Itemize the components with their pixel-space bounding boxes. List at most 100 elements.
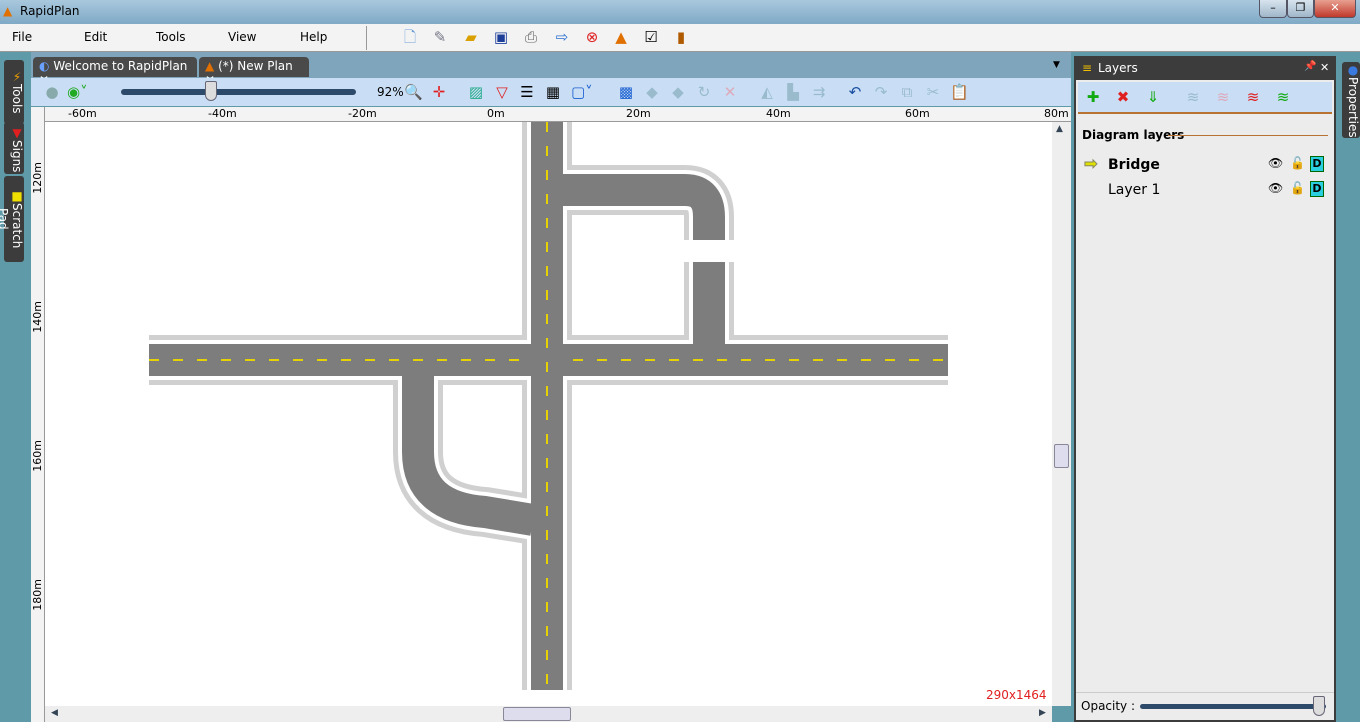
unlock-icon[interactable]: 🔓	[1290, 181, 1305, 195]
rapidplan-logo-icon: ◐	[39, 59, 50, 73]
d-icon[interactable]: D	[1310, 181, 1324, 197]
tab-welcome[interactable]: ◐ Welcome to RapidPlan ✕	[33, 57, 197, 87]
opacity-slider[interactable]	[1140, 704, 1326, 709]
ruler-label: 120m	[31, 162, 44, 194]
menu-bar: File Edit Tools View Help 🗋 ✎ ▰ ▣ ⎙ ⇨ ⊗ …	[0, 24, 1360, 52]
cut-icon: ✂	[926, 83, 940, 101]
flip-icon: ◭	[761, 83, 773, 101]
bring-forward-icon: ◆	[646, 83, 658, 101]
layer-up-icon: ≋	[1186, 88, 1200, 106]
add-layer-icon[interactable]: ✚	[1084, 88, 1102, 106]
menu-view[interactable]: View	[228, 30, 256, 44]
layer-row-layer-1[interactable]: Layer 1 👁 🔓 D	[1082, 179, 1328, 201]
undo-icon[interactable]: ↶	[846, 83, 864, 101]
save-icon[interactable]: ▣	[492, 28, 510, 46]
eye-icon[interactable]: 👁	[1268, 181, 1283, 195]
window-title: RapidPlan	[20, 4, 80, 18]
layer-bottom-icon[interactable]: ≋	[1274, 88, 1292, 106]
tab-new-plan[interactable]: ▲ (*) New Plan ✕	[199, 57, 309, 87]
copy-icon: ⧉	[901, 83, 913, 101]
left-side-bar: ⚡Tools ▼Signs ■Scratch Pad	[0, 52, 31, 722]
cone-icon[interactable]: ▲	[612, 28, 630, 46]
menu-edit[interactable]: Edit	[84, 30, 107, 44]
pin-icon[interactable]: 📌	[1304, 61, 1316, 72]
traffic-cone-icon: ▲	[205, 59, 215, 73]
ruler-label: 60m	[905, 107, 930, 120]
document-tabs: ◐ Welcome to RapidPlan ✕ ▲ (*) New Plan …	[31, 52, 1071, 87]
eye-icon[interactable]: 👁	[1268, 156, 1283, 170]
close-button[interactable]: ✕	[1314, 0, 1356, 18]
layer-name: Bridge	[1108, 157, 1160, 173]
close-panel-icon[interactable]: ✕	[1320, 61, 1329, 74]
center-crosshair-icon[interactable]: ✛	[430, 83, 448, 101]
ruler-label: 0m	[487, 107, 505, 120]
menu-help[interactable]: Help	[300, 30, 327, 44]
zoom-icon[interactable]: 🔍	[404, 83, 423, 101]
title-bar: ▲ RapidPlan – ❐ ✕	[0, 0, 1360, 24]
rotate-icon: ↻	[697, 83, 711, 101]
side-tab-properties[interactable]: ●Properties	[1342, 62, 1360, 138]
layer-view-dropdown[interactable]: ◉˅	[67, 83, 88, 101]
vertical-scroll-thumb[interactable]	[1054, 444, 1069, 468]
horizontal-scrollbar[interactable]: ◀ ▶	[45, 706, 1052, 722]
vertical-scrollbar[interactable]: ▲	[1052, 122, 1071, 706]
side-tab-signs[interactable]: ▼Signs	[4, 122, 24, 174]
plan-canvas[interactable]: 290x1464	[45, 122, 1052, 706]
layer-row-bridge[interactable]: ➡ Bridge 👁 🔓 D	[1082, 154, 1328, 176]
unlock-icon[interactable]: 🔓	[1290, 156, 1305, 170]
exit-door-icon[interactable]: ▮	[672, 28, 690, 46]
select-icon[interactable]: ▩	[617, 83, 635, 101]
layers-toolbar: ✚ ✖ ⇓ ≋ ≋ ≋ ≋	[1078, 82, 1332, 114]
side-tab-tools[interactable]: ⚡Tools	[4, 60, 24, 124]
d-icon[interactable]: D	[1310, 156, 1324, 172]
zoom-slider[interactable]	[121, 89, 356, 95]
delete-icon: ✕	[723, 83, 737, 101]
ruler-label: 140m	[31, 301, 44, 333]
side-tab-scratch-pad[interactable]: ■Scratch Pad	[0, 176, 24, 262]
checkbox-icon[interactable]: ☑	[642, 28, 660, 46]
layer-top-icon[interactable]: ≋	[1244, 88, 1262, 106]
paste-icon[interactable]: 📋	[950, 83, 969, 101]
ruler-label: 160m	[31, 440, 44, 472]
maximize-button[interactable]: ❐	[1287, 0, 1314, 18]
minimize-button[interactable]: –	[1259, 0, 1287, 18]
ruler-label: 40m	[766, 107, 791, 120]
tab-list-dropdown[interactable]: ▼	[1053, 60, 1060, 70]
layer-name: Layer 1	[1108, 182, 1161, 198]
globe-icon[interactable]: ●	[43, 83, 61, 101]
background-image-icon[interactable]: ▨	[467, 83, 485, 101]
opacity-slider-thumb[interactable]	[1313, 696, 1325, 716]
open-folder-icon[interactable]: ▰	[462, 28, 480, 46]
list-icon[interactable]: ☰	[518, 83, 536, 101]
send-back-icon: ◆	[672, 83, 684, 101]
vertical-ruler: 120m 140m 160m 180m	[31, 107, 45, 722]
ruler-label: -60m	[68, 107, 97, 120]
ruler-label: 20m	[626, 107, 651, 120]
layers-icon: ≡	[1082, 61, 1093, 75]
road-diagram[interactable]	[45, 122, 1052, 706]
layers-panel-header: ≡ Layers 📌 ✕	[1076, 58, 1334, 80]
app-cone-icon: ▲	[3, 4, 13, 18]
zoom-percent: 92%	[377, 85, 404, 99]
distribute-icon: ⇉	[812, 83, 826, 101]
menu-tools[interactable]: Tools	[156, 30, 186, 44]
zoom-slider-thumb[interactable]	[205, 81, 217, 101]
delete-layer-icon[interactable]: ✖	[1114, 88, 1132, 106]
page-dropdown[interactable]: ▢˅	[571, 83, 593, 101]
edit-file-icon[interactable]: ✎	[431, 28, 449, 46]
export-icon[interactable]: ⇨	[553, 28, 571, 46]
layers-title: Layers	[1098, 61, 1138, 75]
ruler-label: 80m	[1044, 107, 1069, 120]
active-layer-arrow-icon: ➡	[1083, 154, 1098, 174]
ruler-label: -20m	[348, 107, 377, 120]
print-icon[interactable]: ⎙	[522, 28, 540, 46]
horizontal-scroll-thumb[interactable]	[503, 707, 571, 721]
merge-layer-icon[interactable]: ⇓	[1144, 88, 1162, 106]
menu-file[interactable]: File	[12, 30, 32, 44]
new-file-icon[interactable]: 🗋	[401, 28, 419, 46]
grid-icon[interactable]: ▦	[544, 83, 562, 101]
close-red-icon[interactable]: ⊗	[583, 28, 601, 46]
opacity-bar: Opacity :	[1076, 692, 1334, 720]
sign-icon[interactable]: ▽	[493, 83, 511, 101]
canvas-size-label: 290x1464	[986, 688, 1047, 702]
